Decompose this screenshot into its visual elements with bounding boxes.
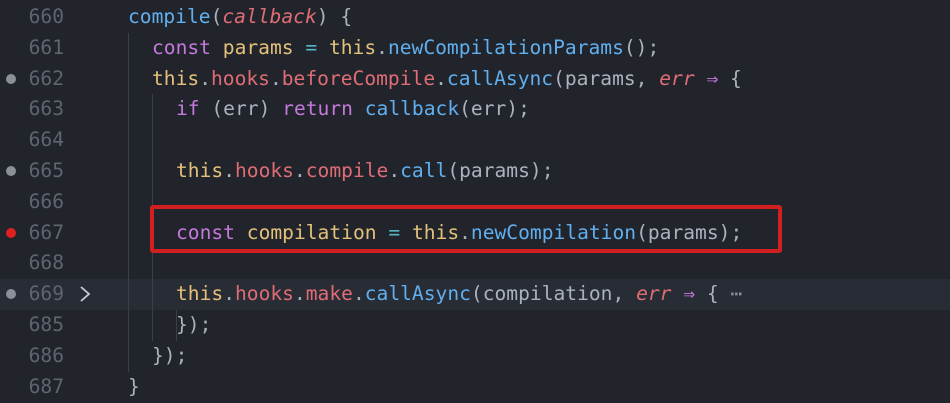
line-number: 687 <box>28 374 64 398</box>
code-token: = <box>293 35 329 59</box>
code-token: { <box>730 66 742 90</box>
line-number: 667 <box>28 220 64 244</box>
code-line[interactable]: 669 this.hooks.make.callAsync(compilation… <box>0 279 950 310</box>
indent-guide <box>128 32 129 372</box>
code-line[interactable]: 660 compile(callback) { <box>0 2 950 33</box>
code-line[interactable]: 663 if (err) return callback(err); <box>0 94 950 125</box>
code-token: ⇒ <box>694 66 731 90</box>
code-token: compile <box>128 5 211 28</box>
code-token: this <box>176 159 224 182</box>
code-text: compile(callback) { <box>128 5 352 28</box>
code-token: . <box>199 66 211 90</box>
code-token: newCompilationParams <box>387 35 624 59</box>
code-text: const params = this.newCompilationParams… <box>152 36 659 59</box>
code-text: this.hooks.make.callAsync(compilation, e… <box>176 282 742 305</box>
code-token: . <box>388 159 401 182</box>
code-token: (err) <box>211 97 283 121</box>
code-token: ⋯ <box>718 282 743 306</box>
code-token: compile <box>305 159 389 182</box>
code-text: }); <box>176 313 211 336</box>
code-token: params <box>222 35 294 59</box>
code-text: } <box>128 375 140 398</box>
line-number: 664 <box>28 128 64 152</box>
code-token: return <box>282 97 365 121</box>
code-token: . <box>376 35 388 59</box>
line-number: 662 <box>28 66 64 90</box>
code-text: this.hooks.compile.call(params); <box>176 159 554 182</box>
code-token: }); <box>176 313 212 336</box>
code-token: hooks <box>234 159 294 182</box>
code-token: beforeCompile <box>281 66 436 90</box>
code-editor[interactable]: 660 compile(callback) {661 const params = … <box>0 0 950 403</box>
code-text: }); <box>152 344 187 367</box>
code-token: callback <box>364 97 460 121</box>
code-token: { <box>706 282 719 306</box>
code-token: hooks <box>210 66 270 90</box>
line-number: 661 <box>28 35 64 59</box>
code-token: . <box>435 66 447 90</box>
line-number: 668 <box>28 251 64 275</box>
highlight-box <box>150 205 782 253</box>
code-token: ) { <box>316 5 353 28</box>
code-token: (params, <box>553 66 660 90</box>
code-token: ⇒ <box>671 282 707 306</box>
code-line[interactable]: 687} <box>0 372 950 403</box>
code-token: . <box>223 282 235 306</box>
code-token: err <box>636 282 672 306</box>
code-line[interactable]: 686}); <box>0 341 950 372</box>
code-line[interactable]: 668 <box>0 248 950 279</box>
code-token: . <box>293 282 306 306</box>
code-token: . <box>269 66 282 90</box>
code-token: . <box>293 159 306 182</box>
line-number: 665 <box>28 159 64 182</box>
code-token: this <box>328 35 377 59</box>
code-text: this.hooks.beforeCompile.callAsync(param… <box>152 67 742 90</box>
code-token: (err); <box>459 97 530 121</box>
code-line[interactable]: 661 const params = this.newCompilationPar… <box>0 33 950 64</box>
code-token: err <box>659 66 695 90</box>
line-number: 660 <box>28 5 64 28</box>
code-token: make <box>305 282 353 306</box>
code-text: if (err) return callback(err); <box>176 97 530 120</box>
code-token: this <box>152 66 200 90</box>
code-token: hooks <box>234 282 294 306</box>
code-token: (compilation, <box>470 282 637 306</box>
code-token: this <box>176 282 224 306</box>
code-token: callAsync <box>446 66 554 90</box>
code-token: if <box>176 97 212 121</box>
code-token: (); <box>623 35 660 59</box>
code-token: const <box>152 35 223 59</box>
line-number: 666 <box>28 189 64 213</box>
code-line[interactable]: 662 this.hooks.beforeCompile.callAsync(pa… <box>0 64 950 95</box>
chevron-right-icon[interactable] <box>78 285 92 303</box>
code-token: }); <box>152 343 188 367</box>
code-token: . <box>352 282 365 306</box>
code-line[interactable]: 664 <box>0 125 950 156</box>
code-token: call <box>400 159 448 182</box>
code-line[interactable]: 685}); <box>0 310 950 341</box>
line-number: 685 <box>28 313 64 336</box>
code-token: (params); <box>447 159 554 182</box>
line-number: 663 <box>28 97 64 121</box>
indent-guide <box>176 310 177 341</box>
code-token: callAsync <box>364 282 471 306</box>
line-number: 686 <box>28 343 64 367</box>
code-token: callback <box>222 5 317 28</box>
code-token: ( <box>210 5 223 28</box>
code-line[interactable]: 665 this.hooks.compile.call(params); <box>0 156 950 187</box>
code-token: } <box>128 374 140 398</box>
code-token: . <box>223 159 235 182</box>
line-number: 669 <box>28 282 64 306</box>
